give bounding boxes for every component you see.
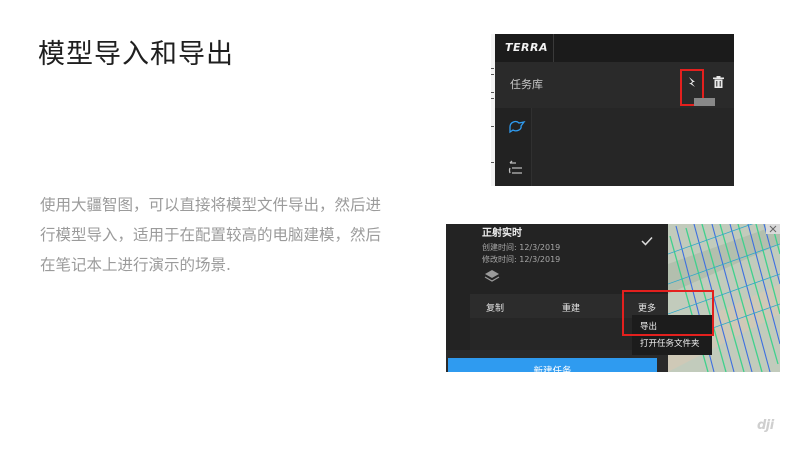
menu-item-open-folder[interactable]: 打开任务文件夹 <box>640 337 700 349</box>
list-icon[interactable] <box>508 160 524 176</box>
modified-time: 修改时间: 12/3/2019 <box>482 255 561 264</box>
new-task-label: 新建任务 <box>533 366 572 372</box>
top-bar: TERRA <box>495 34 734 62</box>
terra-logo: TERRA <box>505 41 548 54</box>
new-task-button[interactable]: 新建任务 <box>448 358 657 372</box>
slide: 模型导入和导出 使用大疆智图，可以直接将模型文件导出，然后进行模型导入，适用于在… <box>0 0 800 450</box>
check-icon <box>641 236 653 246</box>
slide-title: 模型导入和导出 <box>38 39 234 70</box>
copy-button[interactable]: 复制 <box>486 301 504 314</box>
side-rail <box>495 108 531 186</box>
task-library-label: 任务库 <box>510 78 543 91</box>
task-title: 正射实时 <box>482 228 522 239</box>
rebuild-button[interactable]: 重建 <box>562 301 580 314</box>
trash-icon[interactable] <box>713 76 724 89</box>
tooltip <box>694 98 715 106</box>
more-export-highlight-box <box>622 290 714 336</box>
task-card-screenshot: 正射实时 创建时间: 12/3/2019 修改时间: 12/3/2019 复制 … <box>446 224 780 372</box>
task-card[interactable]: 正射实时 创建时间: 12/3/2019 修改时间: 12/3/2019 <box>470 224 668 294</box>
terra-library-screenshot: TERRA 任务库 <box>491 34 734 186</box>
dji-logo: dji <box>757 418 774 433</box>
mission-icon[interactable] <box>508 118 526 134</box>
layers-icon <box>484 270 500 282</box>
slide-body-text: 使用大疆智图，可以直接将模型文件导出，然后进行模型导入，适用于在配置较高的电脑建… <box>40 196 382 274</box>
created-time: 创建时间: 12/3/2019 <box>482 243 561 252</box>
